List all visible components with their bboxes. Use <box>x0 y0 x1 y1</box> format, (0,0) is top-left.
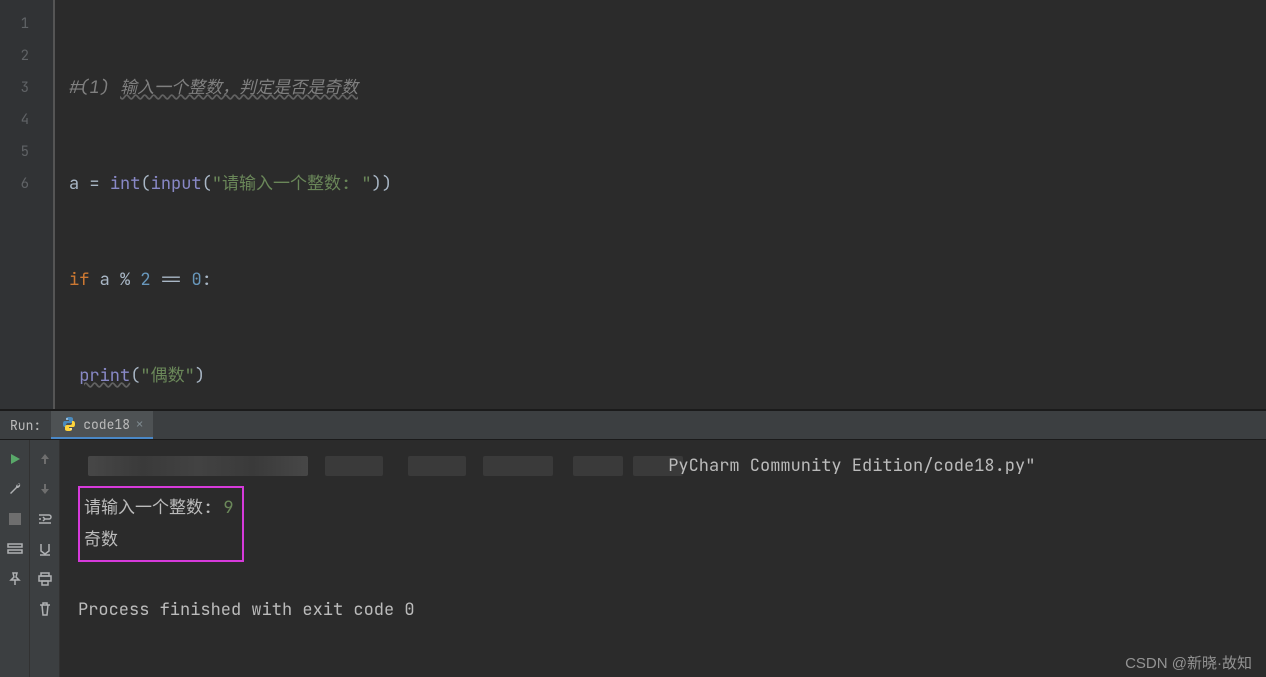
run-tab[interactable]: code18 ✕ <box>51 411 153 439</box>
run-panel: PyCharm Community Edition/code18.py" 请输入… <box>0 440 1266 677</box>
pin-icon[interactable] <box>4 568 26 590</box>
code-line-1[interactable]: #(1) 输入一个整数，判定是否是奇数 <box>69 72 1252 104</box>
run-command-line: PyCharm Community Edition/code18.py" <box>78 450 1248 482</box>
trash-icon[interactable] <box>34 598 56 620</box>
stdin-line: 请输入一个整数: 9 <box>84 492 234 524</box>
scroll-to-end-icon[interactable] <box>34 538 56 560</box>
line-number: 4 <box>0 104 53 136</box>
arrow-up-icon[interactable] <box>34 448 56 470</box>
redacted-path <box>408 456 466 476</box>
arrow-down-icon[interactable] <box>34 478 56 500</box>
editor-area: 1 2 3 4 5 6 #(1) 输入一个整数，判定是否是奇数 a = int(… <box>0 0 1266 410</box>
run-button[interactable] <box>4 448 26 470</box>
line-number: 3 <box>0 72 53 104</box>
redacted-path <box>325 456 383 476</box>
run-toolbar-secondary <box>30 440 60 677</box>
redacted-path <box>483 456 553 476</box>
run-tab-name: code18 <box>83 416 130 433</box>
console-output[interactable]: PyCharm Community Edition/code18.py" 请输入… <box>60 440 1266 677</box>
stdout-line: 奇数 <box>84 524 234 556</box>
exit-line: Process finished with exit code 0 <box>78 594 1248 626</box>
close-icon[interactable]: ✕ <box>136 416 143 432</box>
line-number: 6 <box>0 168 53 200</box>
run-toolbar-primary <box>0 440 30 677</box>
redacted-path <box>88 456 308 476</box>
code-line-2[interactable]: a = int(input("请输入一个整数: ")) <box>69 168 1252 200</box>
wrench-icon[interactable] <box>4 478 26 500</box>
code-line-4[interactable]: print("偶数") <box>69 360 1252 392</box>
highlight-annotation: 请输入一个整数: 9 奇数 <box>78 486 244 562</box>
line-number: 5 <box>0 136 53 168</box>
line-number: 1 <box>0 8 53 40</box>
code-area[interactable]: #(1) 输入一个整数，判定是否是奇数 a = int(input("请输入一个… <box>55 0 1266 409</box>
run-path-suffix: PyCharm Community Edition/code18.py" <box>658 450 1035 482</box>
python-file-icon <box>61 416 77 432</box>
run-label: Run: <box>0 417 51 434</box>
code-line-3[interactable]: if a % 2 == 0: <box>69 264 1252 296</box>
line-number: 2 <box>0 40 53 72</box>
watermark: CSDN @新晓·故知 <box>1125 652 1252 673</box>
layout-icon[interactable] <box>4 538 26 560</box>
print-icon[interactable] <box>34 568 56 590</box>
gutter: 1 2 3 4 5 6 <box>0 0 55 409</box>
soft-wrap-icon[interactable] <box>34 508 56 530</box>
stop-button[interactable] <box>4 508 26 530</box>
redacted-path <box>573 456 623 476</box>
blank-line <box>78 562 1248 594</box>
